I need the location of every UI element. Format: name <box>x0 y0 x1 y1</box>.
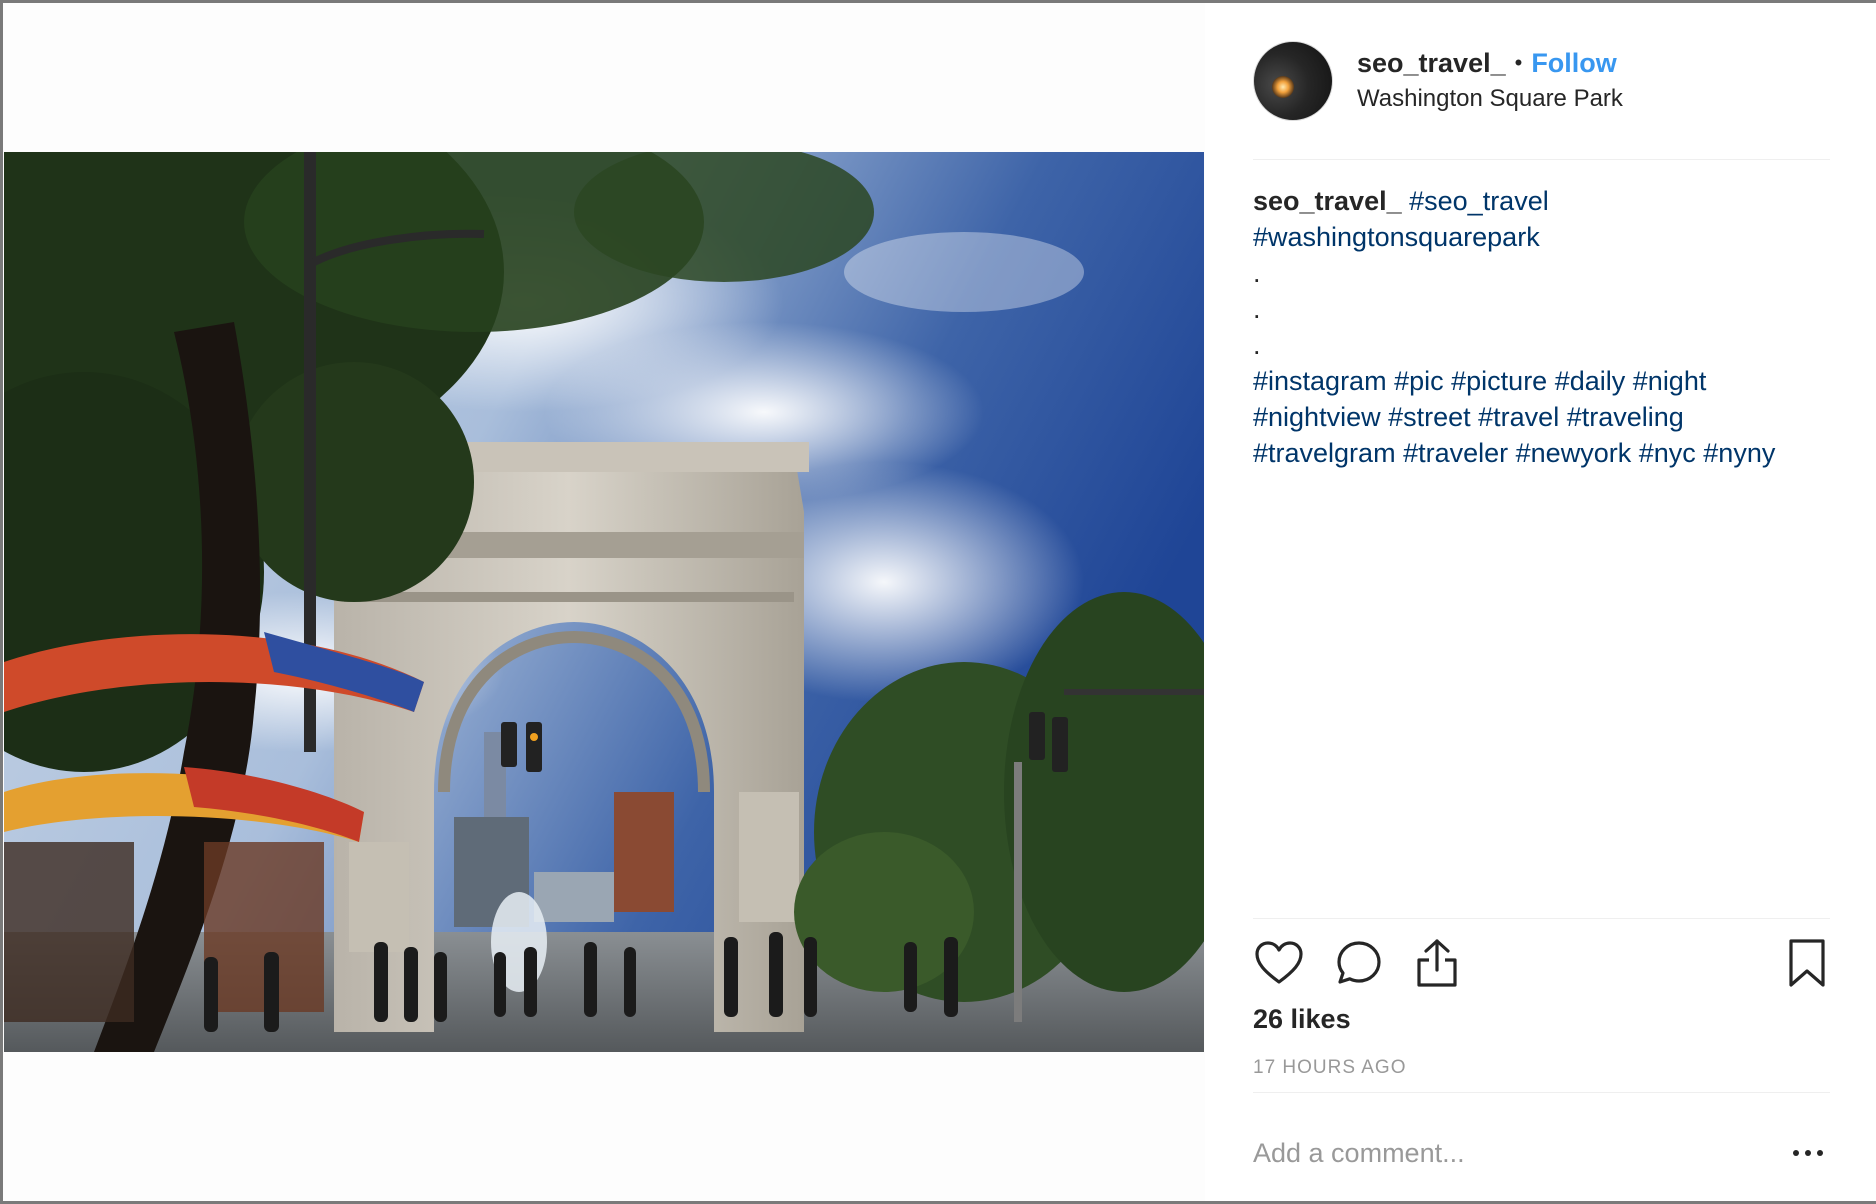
comment-icon <box>1337 941 1381 984</box>
heart-icon <box>1255 941 1303 984</box>
avatar-lens <box>1272 76 1294 98</box>
dot <box>1805 1150 1811 1156</box>
hashtag[interactable]: #nightview <box>1253 402 1381 432</box>
hashtag[interactable]: #night <box>1633 366 1707 396</box>
caption-username[interactable]: seo_travel_ <box>1253 186 1402 216</box>
hashtag[interactable]: #street <box>1388 402 1471 432</box>
hashtag[interactable]: #nyny <box>1703 438 1775 468</box>
post-caption: seo_travel_ #seo_travel #washingtonsquar… <box>1253 183 1843 471</box>
caption-line: seo_travel_ #seo_travel <box>1253 183 1843 219</box>
follow-button[interactable]: Follow <box>1531 48 1616 79</box>
dot <box>1817 1150 1823 1156</box>
bookmark-icon <box>1789 939 1825 987</box>
hashtag[interactable]: #travelgram <box>1253 438 1396 468</box>
post-modal: seo_travel_ • Follow Washington Square P… <box>3 3 1876 1201</box>
caption-line: #washingtonsquarepark <box>1253 219 1843 255</box>
hashtag[interactable]: #washingtonsquarepark <box>1253 222 1540 252</box>
hashtag[interactable]: #pic <box>1394 366 1444 396</box>
hashtag[interactable]: #picture <box>1451 366 1547 396</box>
likes-count[interactable]: 26 likes <box>1253 1004 1351 1035</box>
post-side-panel: seo_travel_ • Follow Washington Square P… <box>1205 3 1876 1201</box>
hashtag[interactable]: #daily <box>1555 366 1626 396</box>
hashtag[interactable]: #travel <box>1478 402 1559 432</box>
avatar[interactable] <box>1253 41 1333 121</box>
username-link[interactable]: seo_travel_ <box>1357 48 1506 79</box>
comment-input[interactable] <box>1253 1133 1753 1173</box>
caption-line: #instagram #pic #picture #daily #night <box>1253 363 1843 399</box>
comment-divider <box>1253 1092 1830 1093</box>
hashtag[interactable]: #traveler <box>1403 438 1508 468</box>
like-button[interactable] <box>1253 937 1305 989</box>
action-bar <box>1253 937 1833 989</box>
separator-dot: • <box>1514 50 1523 75</box>
location-link[interactable]: Washington Square Park <box>1357 85 1623 113</box>
dot <box>1793 1150 1799 1156</box>
share-icon <box>1417 939 1457 987</box>
post-media <box>3 3 1205 1201</box>
save-button[interactable] <box>1781 937 1833 989</box>
comment-row <box>1253 1133 1833 1173</box>
hashtag[interactable]: #nyc <box>1639 438 1696 468</box>
hashtag[interactable]: #seo_travel <box>1409 186 1549 216</box>
header-divider <box>1253 159 1830 160</box>
hashtag[interactable]: #newyork <box>1516 438 1632 468</box>
caption-dot-line: . <box>1253 294 1261 324</box>
caption-dot-line: . <box>1253 330 1261 360</box>
actions-divider <box>1253 918 1830 919</box>
post-photo[interactable] <box>4 152 1204 1052</box>
header-name-row: seo_travel_ • Follow <box>1357 46 1617 80</box>
comment-button[interactable] <box>1333 937 1385 989</box>
post-header: seo_travel_ • Follow Washington Square P… <box>1253 38 1833 123</box>
post-timestamp[interactable]: 17 HOURS AGO <box>1253 1057 1407 1079</box>
hashtag[interactable]: #traveling <box>1567 402 1684 432</box>
hashtag[interactable]: #instagram <box>1253 366 1387 396</box>
caption-dot-line: . <box>1253 258 1261 288</box>
more-options-icon[interactable] <box>1783 1135 1833 1171</box>
caption-line: #nightview #street #travel #traveling <box>1253 399 1843 435</box>
caption-line: #travelgram #traveler #newyork #nyc #nyn… <box>1253 435 1843 471</box>
share-button[interactable] <box>1411 937 1463 989</box>
